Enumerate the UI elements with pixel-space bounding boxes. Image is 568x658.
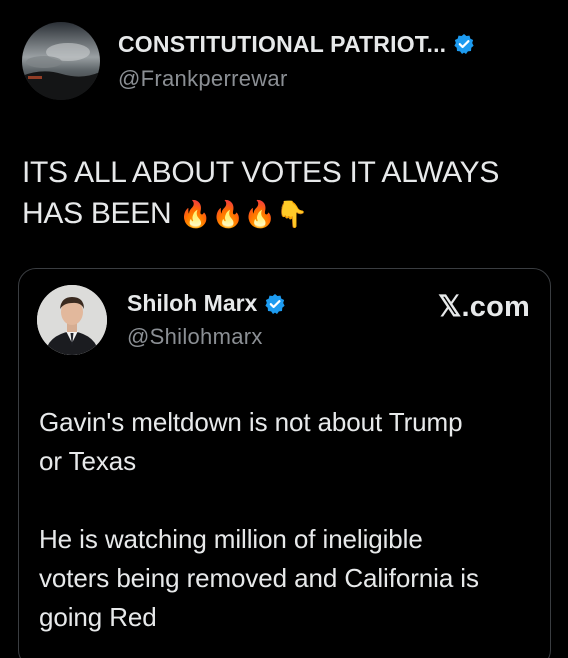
verified-badge-icon xyxy=(264,293,286,315)
quoted-line: He is watching million of ineligible xyxy=(39,524,423,554)
quoted-paragraph-2: He is watching million of ineligible vot… xyxy=(39,520,539,637)
quoted-paragraph-1: Gavin's meltdown is not about Trump or T… xyxy=(39,403,539,481)
tweet-text-line-2-words: HAS BEEN xyxy=(22,197,172,230)
quoted-display-name[interactable]: Shiloh Marx xyxy=(127,290,257,317)
quoted-line: going Red xyxy=(39,602,157,632)
quoted-author-avatar[interactable] xyxy=(37,285,107,355)
quoted-header: Shiloh Marx @Shilohmarx xyxy=(37,285,286,355)
verified-badge-icon xyxy=(453,33,475,55)
quoted-handle[interactable]: @Shilohmarx xyxy=(127,324,286,350)
author-display-name[interactable]: CONSTITUTIONAL PATRIOT... xyxy=(118,31,446,58)
quoted-name-row: Shiloh Marx xyxy=(127,290,286,317)
author-names: CONSTITUTIONAL PATRIOT... @Frankperrewar xyxy=(118,31,475,92)
quoted-line: voters being removed and California is xyxy=(39,563,479,593)
tweet-text-line-2: HAS BEEN 🔥🔥🔥👇 xyxy=(22,193,542,236)
author-handle[interactable]: @Frankperrewar xyxy=(118,66,475,92)
x-logo-link[interactable]: 𝕏.com xyxy=(438,289,530,324)
author-name-row: CONSTITUTIONAL PATRIOT... xyxy=(118,31,475,58)
quoted-line: or Texas xyxy=(39,446,136,476)
tweet-text: ITS ALL ABOUT VOTES IT ALWAYS HAS BEEN 🔥… xyxy=(22,152,542,236)
author-avatar[interactable] xyxy=(22,22,100,100)
fire-pointing-emoji-icon: 🔥🔥🔥👇 xyxy=(179,200,308,230)
tweet-text-line-1: ITS ALL ABOUT VOTES IT ALWAYS xyxy=(22,156,500,189)
tweet-header: CONSTITUTIONAL PATRIOT... @Frankperrewar xyxy=(22,22,475,100)
quoted-names: Shiloh Marx @Shilohmarx xyxy=(127,290,286,350)
quoted-tweet-card[interactable]: Shiloh Marx @Shilohmarx 𝕏.com Gavin's me… xyxy=(18,268,551,658)
quoted-tweet-text: Gavin's meltdown is not about Trump or T… xyxy=(39,403,539,637)
tweet-screenshot: CONSTITUTIONAL PATRIOT... @Frankperrewar… xyxy=(0,0,568,658)
quoted-line: Gavin's meltdown is not about Trump xyxy=(39,407,463,437)
